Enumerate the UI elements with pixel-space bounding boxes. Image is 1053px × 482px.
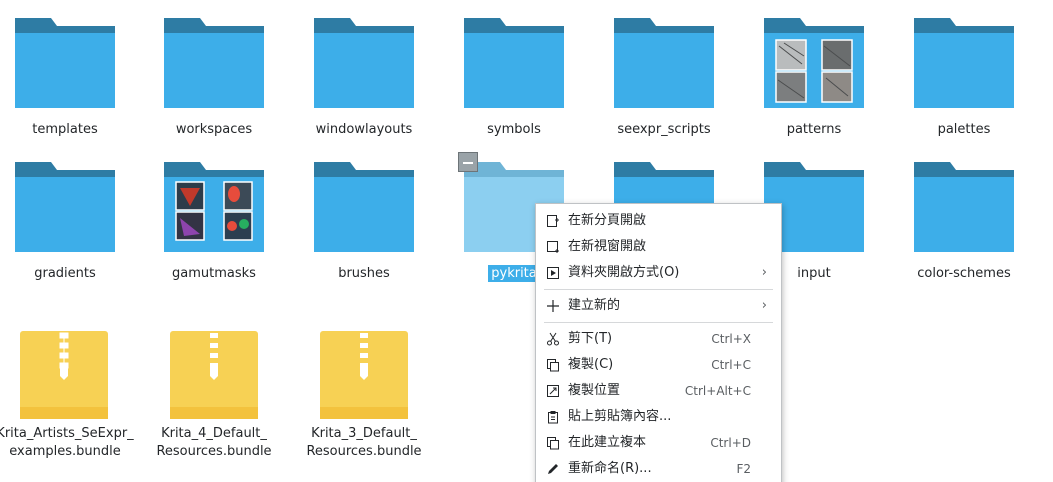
bundle-name-line1: Krita_4_Default_ [161,426,267,441]
menu-item-copy-location[interactable]: 複製位置 Ctrl+Alt+C [536,378,781,404]
bundle-name-line1: Krita_Artists_SeExpr_ [0,426,134,441]
menu-item-label: 複製位置 [568,383,621,398]
menu-item-paste[interactable]: 貼上剪貼簿內容... [536,404,781,430]
bundle-label: Krita_3_Default_ Resources.bundle [284,425,444,461]
folder-label: color-schemes [917,266,1011,281]
menu-item-shortcut: Ctrl+C [711,358,751,372]
bundle-label: Krita_4_Default_ Resources.bundle [134,425,294,461]
zip-archive-icon [20,331,108,419]
folder-label: palettes [937,122,991,137]
folder-seexpr-scripts[interactable]: seexpr_scripts [589,0,739,145]
menu-item-open-new-window[interactable]: 在新視窗開啟 [536,234,781,260]
folder-icon [914,162,1014,252]
menu-item-label: 在此建立複本 [568,435,647,450]
menu-item-label: 建立新的 [568,298,621,313]
folder-icon [764,18,864,108]
scissors-icon [547,332,559,346]
open-with-icon [547,267,559,279]
copy-icon [547,359,559,372]
menu-separator [544,289,773,290]
selection-highlight: pykrita [488,265,540,282]
rename-icon [548,464,558,474]
menu-item-label: 在新視窗開啟 [568,239,647,254]
folder-icon [464,18,564,108]
folder-symbols[interactable]: symbols [439,0,589,145]
zip-archive-icon [170,331,258,419]
paste-icon [548,411,558,424]
folder-icon [614,18,714,108]
zip-archive-icon [320,331,408,419]
submenu-arrow-icon: › [761,298,767,313]
menu-item-copy[interactable]: 複製(C) Ctrl+C [536,352,781,378]
menu-item-open-new-tab[interactable]: 在新分頁開啟 [536,208,781,234]
menu-item-rename[interactable]: 重新命名(R)... F2 [536,456,781,482]
file-view: templates workspaces windowlayouts symbo… [0,0,1053,482]
bundle-krita-3-default[interactable]: Krita_3_Default_ Resources.bundle [289,0,439,470]
bundle-name-line1: Krita_3_Default_ [311,426,417,441]
menu-item-label: 貼上剪貼簿內容... [568,409,672,424]
menu-item-label: 資料夾開啟方式(O) [568,265,680,280]
menu-item-shortcut: F2 [736,462,751,476]
submenu-arrow-icon: › [761,265,767,280]
menu-separator [544,322,773,323]
duplicate-icon [547,437,559,450]
folder-label: seexpr_scripts [617,122,711,137]
menu-item-shortcut: Ctrl+D [710,436,751,450]
folder-patterns[interactable]: patterns [739,0,889,145]
bundle-krita-4-default[interactable]: Krita_4_Default_ Resources.bundle [139,0,289,470]
copy-location-icon [547,385,559,397]
bundle-name-line2: Resources.bundle [306,444,422,459]
selection-toggle-icon[interactable] [458,152,478,172]
menu-item-open-with[interactable]: 資料夾開啟方式(O) › [536,260,781,286]
folder-icon [914,18,1014,108]
menu-item-create-new[interactable]: 建立新的 › [536,293,781,319]
menu-item-label: 剪下(T) [568,331,613,346]
plus-icon [547,300,559,312]
menu-item-label: 在新分頁開啟 [568,213,647,228]
context-menu: 在新分頁開啟 在新視窗開啟 資料夾開啟方式(O) › 建立新的 › 剪下(T) … [535,203,782,482]
new-tab-icon [547,215,559,227]
folder-palettes[interactable]: palettes [889,0,1039,145]
menu-item-shortcut: Ctrl+Alt+C [684,384,751,398]
menu-item-label: 重新命名(R)... [568,461,652,476]
folder-label: patterns [786,122,842,137]
bundle-name-line2: examples.bundle [9,444,121,459]
new-window-icon [547,241,559,253]
menu-item-label: 複製(C) [568,357,614,372]
folder-label: symbols [487,122,541,137]
menu-item-cut[interactable]: 剪下(T) Ctrl+X [536,326,781,352]
bundle-krita-artists-seexpr[interactable]: Krita_Artists_SeExpr_ examples.bundle [0,0,140,470]
menu-item-duplicate-here[interactable]: 在此建立複本 Ctrl+D [536,430,781,456]
menu-item-shortcut: Ctrl+X [711,332,751,346]
bundle-name-line2: Resources.bundle [156,444,272,459]
bundle-label: Krita_Artists_SeExpr_ examples.bundle [0,425,145,461]
folder-color-schemes[interactable]: color-schemes [889,144,1039,289]
